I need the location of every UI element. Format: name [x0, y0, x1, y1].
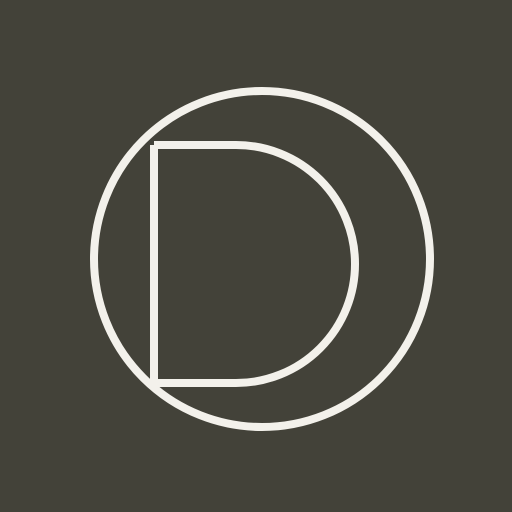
app-icon — [0, 0, 512, 512]
logo-d-bowl — [154, 141, 359, 387]
circle-d-logo-icon — [90, 87, 434, 431]
